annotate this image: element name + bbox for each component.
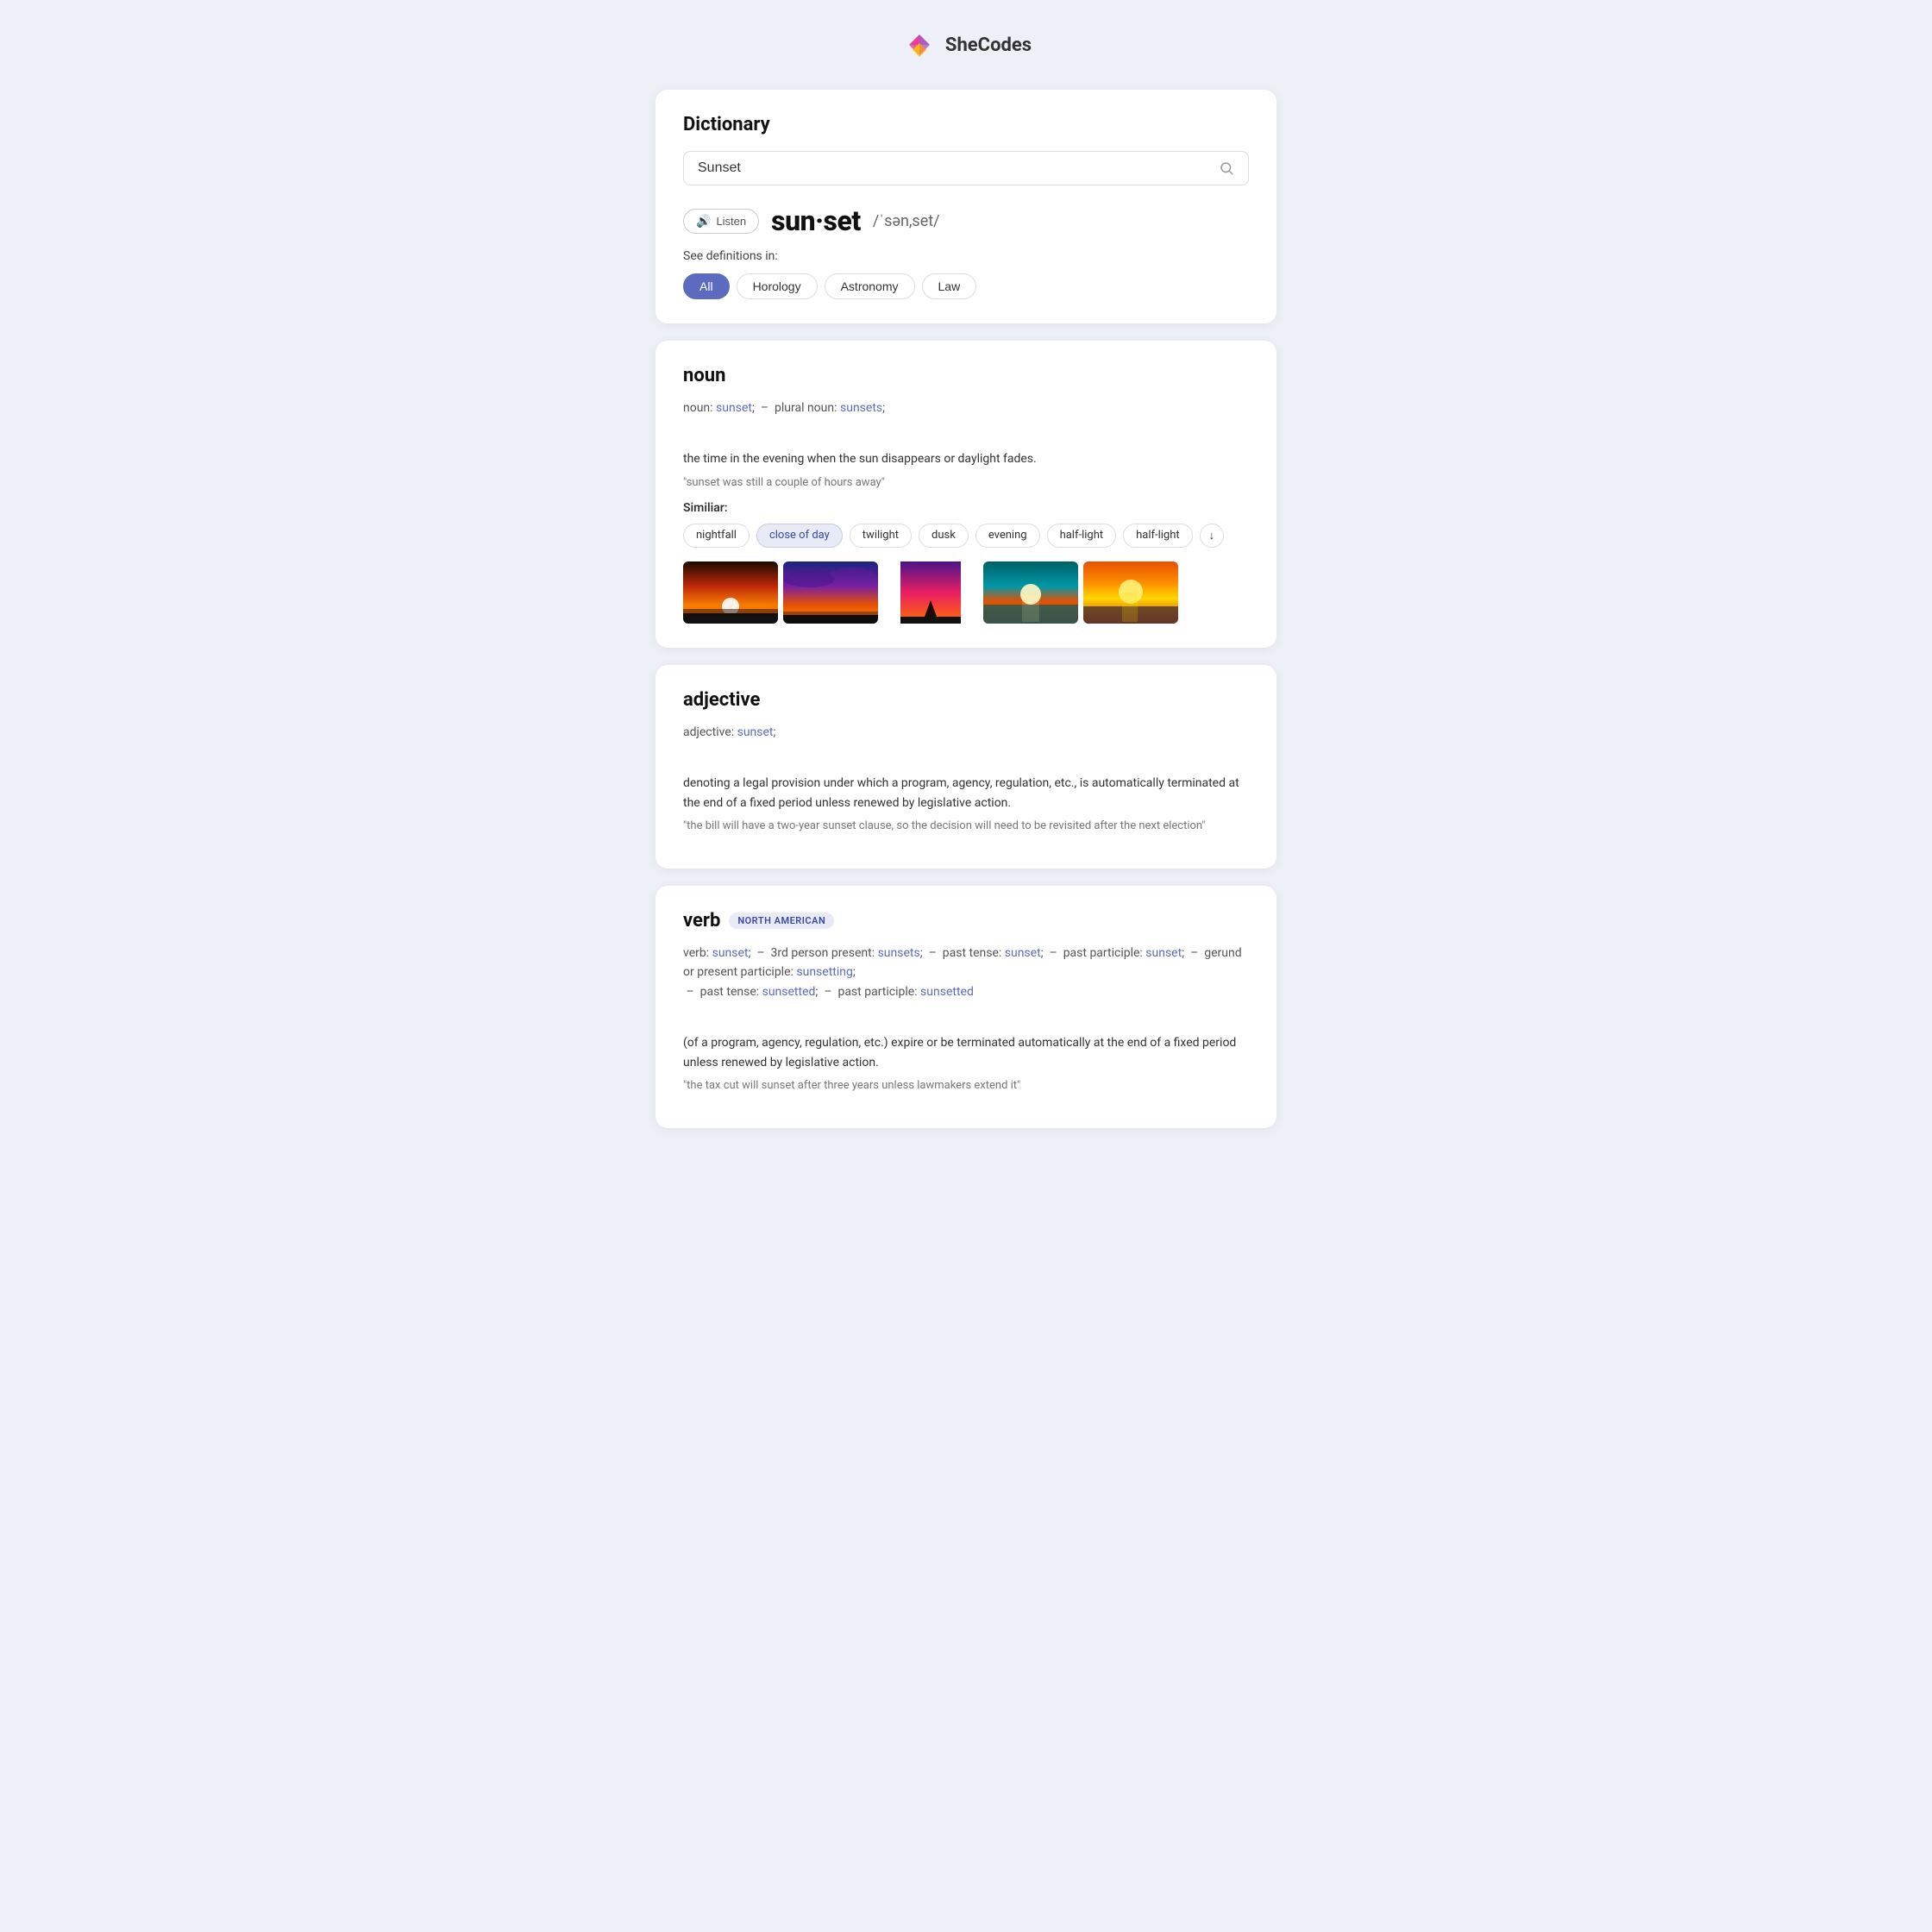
dictionary-title: Dictionary xyxy=(683,114,1249,135)
adjective-forms: adjective: sunset; xyxy=(683,723,1249,742)
noun-forms-text: noun: xyxy=(683,401,713,415)
verb-word-link-4[interactable]: sunset xyxy=(1145,946,1182,960)
search-button[interactable] xyxy=(1219,160,1234,176)
verb-word-link-7[interactable]: sunsetted xyxy=(920,985,974,999)
verb-word-link-5[interactable]: sunsetting xyxy=(796,965,852,979)
sunset-image-4 xyxy=(983,561,1078,624)
tag-dusk[interactable]: dusk xyxy=(919,524,969,548)
verb-word-link-6[interactable]: sunsetted xyxy=(762,985,816,999)
search-input[interactable] xyxy=(698,160,1219,176)
verb-word-link-2[interactable]: sunsets xyxy=(878,946,920,960)
verb-word-link-1[interactable]: sunset xyxy=(712,946,749,960)
logo: SheCodes xyxy=(900,26,1032,64)
adjective-quote: "the bill will have a two-year sunset cl… xyxy=(683,819,1249,832)
tag-close-of-day[interactable]: close of day xyxy=(756,524,843,548)
tag-more[interactable]: ↓ xyxy=(1200,524,1225,548)
tag-half-light-2[interactable]: half-light xyxy=(1123,524,1193,548)
verb-pos: verb xyxy=(683,910,720,932)
similar-tags: nightfall close of day twilight dusk eve… xyxy=(683,524,1249,548)
filter-horology[interactable]: Horology xyxy=(737,273,818,299)
filter-all[interactable]: All xyxy=(683,273,730,299)
word-phonetic: /ˈsən,set/ xyxy=(873,212,940,230)
sunset-image-3 xyxy=(883,561,978,624)
word-title: sun·set xyxy=(771,204,861,237)
noun-definition: the time in the evening when the sun dis… xyxy=(683,449,1249,468)
listen-button[interactable]: 🔊 Listen xyxy=(683,209,759,234)
search-icon xyxy=(1219,160,1234,176)
adjective-forms-text: adjective: xyxy=(683,725,734,739)
noun-forms: noun: sunset; – plural noun: sunsets; xyxy=(683,398,1249,417)
verb-definition: (of a program, agency, regulation, etc.)… xyxy=(683,1033,1249,1072)
logo-icon xyxy=(900,26,938,64)
word-header: 🔊 Listen sun·set /ˈsən,set/ xyxy=(683,204,1249,237)
search-card: Dictionary 🔊 Listen sun·set /ˈsən,set/ S… xyxy=(656,90,1276,323)
verb-word-link-3[interactable]: sunset xyxy=(1005,946,1041,960)
noun-card: noun noun: sunset; – plural noun: sunset… xyxy=(656,341,1276,648)
verb-forms: verb: sunset; – 3rd person present: suns… xyxy=(683,944,1249,1001)
tag-half-light-1[interactable]: half-light xyxy=(1047,524,1117,548)
filter-law[interactable]: Law xyxy=(922,273,977,299)
noun-word-link[interactable]: sunset xyxy=(716,401,752,415)
sunset-image-1 xyxy=(683,561,778,624)
tag-nightfall[interactable]: nightfall xyxy=(683,524,750,548)
logo-text: SheCodes xyxy=(945,34,1032,56)
images-row xyxy=(683,561,1249,624)
header: SheCodes xyxy=(17,26,1915,64)
filter-astronomy[interactable]: Astronomy xyxy=(825,273,915,299)
verb-card: verb NORTH AMERICAN verb: sunset; – 3rd … xyxy=(656,886,1276,1128)
listen-label: Listen xyxy=(716,215,746,228)
similar-label: Similiar: xyxy=(683,501,1249,515)
tag-twilight[interactable]: twilight xyxy=(850,524,912,548)
plural-label: plural noun: xyxy=(775,401,837,415)
noun-quote: "sunset was still a couple of hours away… xyxy=(683,476,1249,489)
adjective-word-link[interactable]: sunset xyxy=(737,725,774,739)
sunset-image-2 xyxy=(783,561,878,624)
speaker-icon: 🔊 xyxy=(696,214,711,229)
noun-plural-link[interactable]: sunsets xyxy=(840,401,882,415)
filter-tabs: All Horology Astronomy Law xyxy=(683,273,1249,299)
main-content: Dictionary 🔊 Listen sun·set /ˈsən,set/ S… xyxy=(656,90,1276,1128)
verb-badge: NORTH AMERICAN xyxy=(729,913,834,929)
see-definitions-label: See definitions in: xyxy=(683,249,1249,263)
adjective-pos: adjective xyxy=(683,689,1249,711)
adjective-card: adjective adjective: sunset; denoting a … xyxy=(656,665,1276,869)
verb-pos-row: verb NORTH AMERICAN xyxy=(683,910,1249,932)
verb-quote: "the tax cut will sunset after three yea… xyxy=(683,1079,1249,1092)
noun-pos: noun xyxy=(683,365,1249,386)
adjective-definition: denoting a legal provision under which a… xyxy=(683,774,1249,812)
search-box[interactable] xyxy=(683,151,1249,185)
tag-evening[interactable]: evening xyxy=(975,524,1040,548)
sunset-image-5 xyxy=(1083,561,1178,624)
